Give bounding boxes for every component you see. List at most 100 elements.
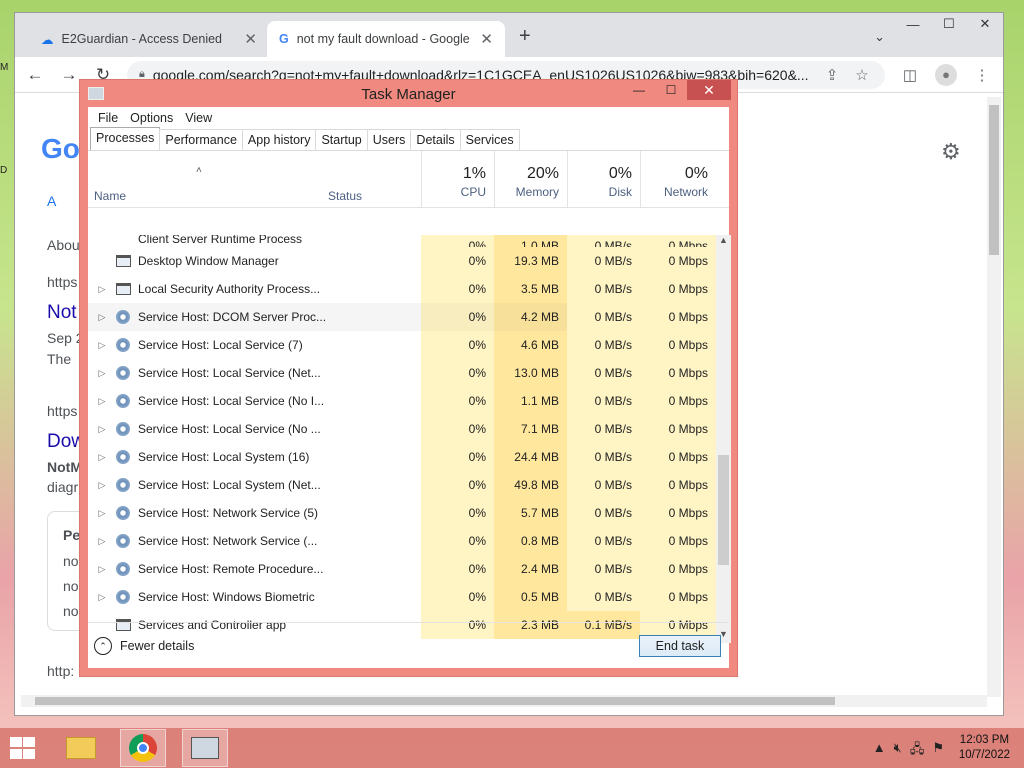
expand-chevron-icon[interactable]: ▷ bbox=[96, 471, 108, 499]
taskbar-task-manager[interactable] bbox=[182, 729, 228, 767]
cpu-value: 0% bbox=[421, 359, 494, 387]
tab-details[interactable]: Details bbox=[410, 129, 461, 150]
action-center-icon[interactable]: ⚑ bbox=[932, 740, 944, 762]
process-list-scrollbar[interactable]: ▲ ▼ bbox=[716, 235, 731, 643]
network-value: 0 Mbps bbox=[640, 331, 716, 359]
windows-logo-pane bbox=[10, 737, 22, 747]
side-panel-icon[interactable]: ◫ bbox=[899, 66, 921, 84]
close-tab-icon[interactable]: ✕ bbox=[244, 30, 257, 48]
volume-muted-icon[interactable]: 🔇︎ bbox=[894, 740, 902, 762]
expand-chevron-icon[interactable]: ▷ bbox=[96, 527, 108, 555]
expand-chevron-icon[interactable]: ▷ bbox=[96, 359, 108, 387]
memory-value: 0.8 MB bbox=[494, 527, 567, 555]
process-row[interactable]: ▷ Service Host: Local Service (Net... 0% 13… bbox=[88, 359, 716, 387]
process-row[interactable]: ▷ Service Host: DCOM Server Proc... 0% 4.2 … bbox=[88, 303, 716, 331]
expand-chevron-icon[interactable]: ▷ bbox=[96, 583, 108, 611]
scroll-up-icon[interactable]: ▲ bbox=[716, 235, 731, 249]
menu-file[interactable]: File bbox=[92, 111, 124, 125]
page-vertical-scrollbar[interactable] bbox=[987, 97, 1001, 697]
column-name[interactable]: Name bbox=[94, 189, 126, 203]
expand-chevron-icon[interactable]: ▷ bbox=[96, 331, 108, 359]
tab-bar: Processes Performance App history Startu… bbox=[88, 127, 729, 151]
process-row[interactable]: ▷ Local Security Authority Process... 0% 3.… bbox=[88, 275, 716, 303]
system-clock[interactable]: 12:03 PM 10/7/2022 bbox=[959, 733, 1010, 763]
back-icon[interactable]: ← bbox=[25, 65, 45, 85]
process-list: Client Server Runtime Process 0% 1.0 MB … bbox=[88, 235, 716, 643]
scrollbar-thumb[interactable] bbox=[989, 105, 999, 255]
maximize-icon[interactable]: ☐ bbox=[931, 13, 967, 35]
process-name: Service Host: Local Service (Net... bbox=[138, 366, 321, 380]
column-disk[interactable]: 0% Disk bbox=[567, 151, 640, 208]
process-row[interactable]: ▷ Service Host: Local Service (No I... 0% 1… bbox=[88, 387, 716, 415]
process-row[interactable]: ▷ Service Host: Network Service (5) 0% 5.7 … bbox=[88, 499, 716, 527]
network-icon[interactable]: 🖧 bbox=[910, 740, 925, 762]
page-horizontal-scrollbar[interactable] bbox=[21, 695, 987, 707]
taskbar-chrome[interactable] bbox=[120, 729, 166, 767]
sort-arrow-icon: ˄ bbox=[196, 165, 202, 176]
process-row[interactable]: ▷ Service Host: Local System (Net... 0% 49.… bbox=[88, 471, 716, 499]
tab-services[interactable]: Services bbox=[459, 129, 520, 150]
process-row[interactable]: ▷ Service Host: Remote Procedure... 0% 2.4 … bbox=[88, 555, 716, 583]
column-network[interactable]: 0% Network bbox=[640, 151, 716, 208]
windows-logo-pane bbox=[23, 737, 35, 747]
profile-avatar[interactable]: ● bbox=[935, 63, 957, 86]
taskbar-file-explorer[interactable] bbox=[58, 729, 104, 767]
tab-search-icon[interactable]: ⌄ bbox=[874, 29, 885, 45]
expand-chevron-icon[interactable]: ▷ bbox=[96, 415, 108, 443]
close-icon[interactable]: ✕ bbox=[687, 80, 731, 100]
settings-gear-icon[interactable]: ⚙ bbox=[941, 139, 961, 165]
cloud-icon: ☁ bbox=[41, 32, 54, 47]
tab-performance[interactable]: Performance bbox=[159, 129, 243, 150]
expand-chevron-icon[interactable]: ▷ bbox=[96, 275, 108, 303]
close-icon[interactable]: ✕ bbox=[967, 13, 1003, 35]
column-header: ˄ Name Status 1% CPU 20% Memory 0% Disk … bbox=[88, 151, 729, 208]
process-row[interactable]: ▷ Service Host: Local Service (No ... 0% 7.… bbox=[88, 415, 716, 443]
tab-title: not my fault download - Google bbox=[296, 32, 470, 46]
expand-chevron-icon[interactable]: ▷ bbox=[96, 555, 108, 583]
expand-chevron-icon[interactable]: ▷ bbox=[96, 443, 108, 471]
forward-icon[interactable]: → bbox=[59, 65, 79, 85]
column-cpu[interactable]: 1% CPU bbox=[421, 151, 494, 208]
scrollbar-thumb[interactable] bbox=[718, 455, 729, 565]
process-row[interactable]: ▷ Service Host: Local Service (7) 0% 4.6 MB… bbox=[88, 331, 716, 359]
share-icon[interactable]: ⇪ bbox=[821, 66, 843, 84]
menu-options[interactable]: Options bbox=[124, 111, 179, 125]
end-task-button[interactable]: End task bbox=[639, 635, 721, 657]
tab-app-history[interactable]: App history bbox=[241, 129, 317, 150]
process-row[interactable]: ▷ Service Host: Windows Biometric 0% 0.5 MB… bbox=[88, 583, 716, 611]
column-memory[interactable]: 20% Memory bbox=[494, 151, 567, 208]
task-manager-titlebar[interactable]: Task Manager — ☐ ✕ bbox=[80, 80, 737, 106]
new-tab-button[interactable]: + bbox=[519, 25, 531, 48]
minimize-icon[interactable]: — bbox=[623, 80, 655, 100]
network-cell: 0 Mbps bbox=[640, 235, 716, 247]
process-row[interactable]: Desktop Window Manager 0% 19.3 MB 0 MB/s 0 M… bbox=[88, 247, 716, 275]
tab-processes[interactable]: Processes bbox=[90, 127, 161, 150]
process-row[interactable]: ▷ Service Host: Local System (16) 0% 24.4 M… bbox=[88, 443, 716, 471]
start-button[interactable] bbox=[8, 736, 36, 760]
result-link[interactable]: Not bbox=[47, 302, 77, 324]
result-fragment: The bbox=[47, 351, 72, 367]
browser-tab-active[interactable]: G not my fault download - Google ✕ bbox=[267, 21, 505, 57]
app-window-icon bbox=[115, 283, 131, 295]
service-gear-icon bbox=[116, 450, 130, 464]
fewer-details-toggle[interactable]: ⌃ Fewer details bbox=[94, 637, 194, 655]
column-status[interactable]: Status bbox=[328, 189, 362, 203]
expand-chevron-icon[interactable]: ▷ bbox=[96, 303, 108, 331]
process-row[interactable]: ▷ Service Host: Network Service (... 0% 0.8… bbox=[88, 527, 716, 555]
google-logo[interactable]: Go bbox=[41, 133, 80, 165]
tab-startup[interactable]: Startup bbox=[315, 129, 368, 150]
bookmark-star-icon[interactable]: ☆ bbox=[851, 66, 873, 84]
menu-view[interactable]: View bbox=[179, 111, 218, 125]
show-hidden-icons-icon[interactable]: ▲ bbox=[873, 740, 886, 762]
minimize-icon[interactable]: — bbox=[895, 13, 931, 35]
menu-kebab-icon[interactable]: ⋮ bbox=[971, 66, 993, 84]
tab-users[interactable]: Users bbox=[366, 129, 412, 150]
browser-tab[interactable]: ☁ E2Guardian - Access Denied ✕ bbox=[29, 21, 269, 57]
close-tab-icon[interactable]: ✕ bbox=[480, 30, 493, 48]
expand-chevron-icon[interactable]: ▷ bbox=[96, 387, 108, 415]
expand-chevron-icon[interactable]: ▷ bbox=[96, 499, 108, 527]
service-gear-icon bbox=[116, 562, 130, 576]
scrollbar-thumb[interactable] bbox=[35, 697, 835, 705]
process-row-partial[interactable]: Client Server Runtime Process 0% 1.0 MB … bbox=[88, 235, 716, 247]
maximize-icon[interactable]: ☐ bbox=[655, 80, 687, 100]
